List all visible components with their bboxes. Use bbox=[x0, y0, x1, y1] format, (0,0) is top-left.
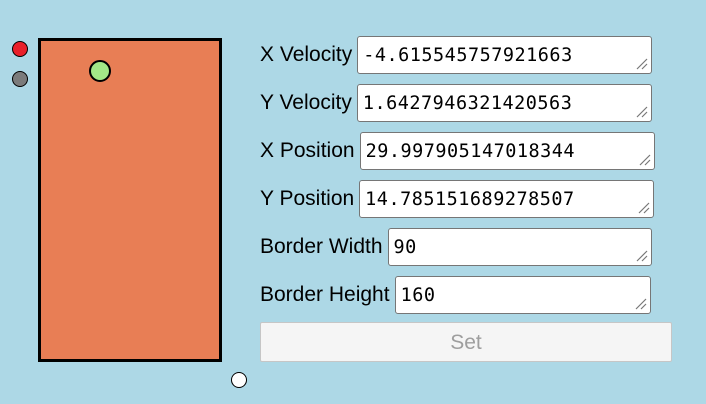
bounce-playfield bbox=[38, 38, 222, 362]
resize-grip-icon[interactable] bbox=[635, 249, 648, 262]
y-velocity-label: Y Velocity bbox=[260, 91, 352, 114]
set-button[interactable]: Set bbox=[260, 322, 672, 362]
border-height-row: Border Height 160 bbox=[260, 276, 651, 314]
x-velocity-label: X Velocity bbox=[260, 43, 353, 66]
resize-grip-icon[interactable] bbox=[635, 105, 648, 118]
border-width-field[interactable]: 90 bbox=[387, 228, 652, 266]
x-position-row: X Position 29.997905147018344 bbox=[260, 132, 655, 170]
resize-grip-icon[interactable] bbox=[638, 153, 651, 166]
y-position-label: Y Position bbox=[260, 187, 355, 210]
resize-grip-icon[interactable] bbox=[634, 297, 647, 310]
red-indicator-dot bbox=[12, 41, 28, 57]
resize-grip-icon[interactable] bbox=[635, 57, 648, 70]
y-position-row: Y Position 14.785151689278507 bbox=[260, 180, 655, 218]
y-position-value: 14.785151689278507 bbox=[365, 189, 575, 210]
border-width-label: Border Width bbox=[260, 235, 383, 258]
x-position-field[interactable]: 29.997905147018344 bbox=[359, 132, 655, 170]
x-velocity-value: -4.615545757921663 bbox=[363, 45, 573, 66]
x-position-label: X Position bbox=[260, 139, 355, 162]
border-height-value: 160 bbox=[400, 285, 436, 306]
resize-grip-icon[interactable] bbox=[637, 201, 650, 214]
ball bbox=[89, 60, 111, 82]
border-width-row: Border Width 90 bbox=[260, 228, 652, 266]
white-indicator-dot bbox=[231, 372, 247, 388]
y-velocity-row: Y Velocity 1.6427946321420563 bbox=[260, 84, 652, 122]
x-position-value: 29.997905147018344 bbox=[365, 141, 576, 162]
x-velocity-row: X Velocity -4.615545757921663 bbox=[260, 36, 653, 74]
y-position-field[interactable]: 14.785151689278507 bbox=[359, 180, 655, 218]
x-velocity-field[interactable]: -4.615545757921663 bbox=[357, 36, 653, 74]
border-height-field[interactable]: 160 bbox=[394, 276, 651, 314]
gray-indicator-dot bbox=[12, 71, 28, 87]
y-velocity-field[interactable]: 1.6427946321420563 bbox=[356, 84, 652, 122]
y-velocity-value: 1.6427946321420563 bbox=[362, 93, 573, 114]
border-width-value: 90 bbox=[393, 237, 417, 258]
border-height-label: Border Height bbox=[260, 283, 390, 306]
